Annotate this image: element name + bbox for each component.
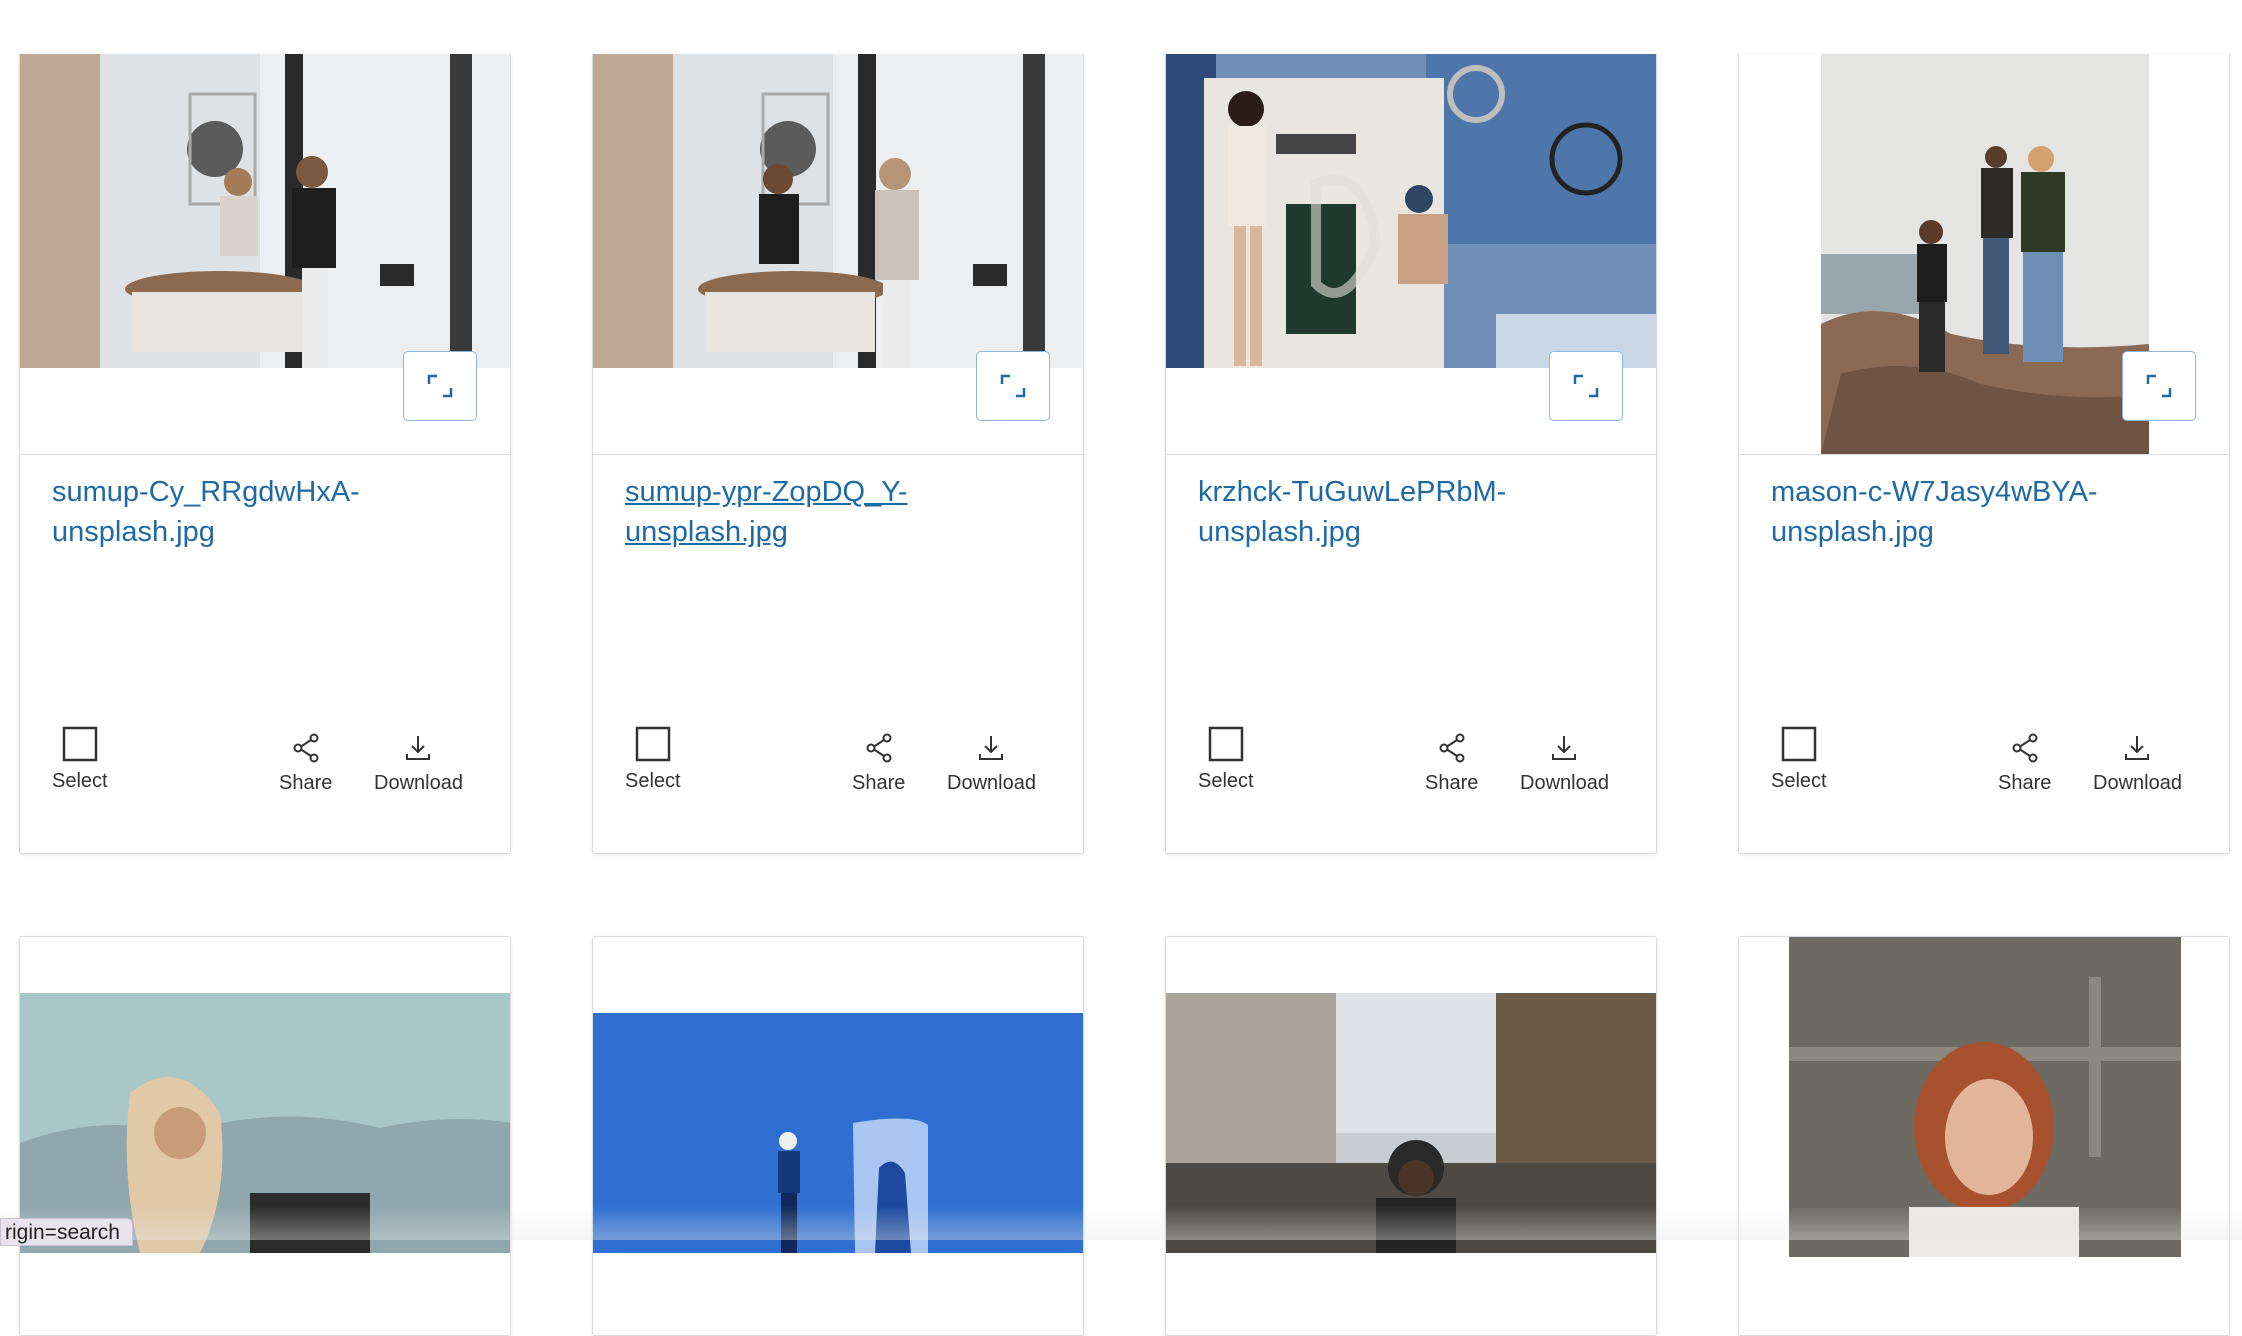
file-name-line-1: sumup-ypr-ZopDQ_Y-: [625, 476, 908, 508]
image-card: [1165, 936, 1657, 1336]
image-thumbnail[interactable]: [593, 1013, 1084, 1253]
select-label: Select: [52, 770, 108, 792]
download-label: Download: [2093, 772, 2182, 794]
select-label: Select: [1198, 770, 1254, 792]
checkbox-icon: [62, 726, 98, 762]
file-name-link[interactable]: mason-c-W7Jasy4wBYA- unsplash.jpg: [1771, 472, 2171, 552]
share-label: Share: [852, 772, 906, 794]
share-button[interactable]: Share: [1425, 732, 1478, 795]
expand-button[interactable]: [1549, 351, 1623, 421]
select-label: Select: [1771, 770, 1827, 792]
file-name-link[interactable]: krzhck-TuGuwLePRbM- unsplash.jpg: [1198, 472, 1598, 552]
share-label: Share: [279, 772, 333, 794]
file-name-line-1: sumup-Cy_RRgdwHxA-: [52, 476, 360, 508]
file-name-link[interactable]: sumup-ypr-ZopDQ_Y- unsplash.jpg: [625, 472, 1025, 552]
file-name-line-2: unsplash.jpg: [1771, 516, 1934, 548]
expand-button[interactable]: [403, 351, 477, 421]
expand-icon: [1573, 374, 1599, 398]
file-name-line-1: mason-c-W7Jasy4wBYA-: [1771, 476, 2098, 508]
share-button[interactable]: Share: [1998, 732, 2051, 795]
image-thumbnail[interactable]: [1166, 993, 1657, 1253]
image-thumbnail[interactable]: [1789, 937, 2181, 1257]
download-label: Download: [374, 772, 463, 794]
image-card: mason-c-W7Jasy4wBYA- unsplash.jpg Select…: [1738, 54, 2230, 854]
file-name-line-1: krzhck-TuGuwLePRbM-: [1198, 476, 1507, 508]
share-icon: [2012, 733, 2038, 763]
share-label: Share: [1998, 772, 2052, 794]
thumbnail-area: [1739, 54, 2229, 455]
status-bar-url: rigin=search: [0, 1218, 133, 1246]
file-name-line-2: unsplash.jpg: [52, 516, 215, 548]
image-thumbnail[interactable]: [20, 54, 511, 368]
download-button[interactable]: Download: [947, 732, 1036, 795]
image-thumbnail[interactable]: [593, 54, 1084, 368]
checkbox-icon: [1781, 726, 1817, 762]
thumbnail-area: [1166, 54, 1656, 455]
select-button[interactable]: Select: [52, 726, 108, 793]
expand-button[interactable]: [976, 351, 1050, 421]
expand-icon: [427, 374, 453, 398]
expand-icon: [1000, 374, 1026, 398]
checkbox-icon: [635, 726, 671, 762]
image-card: krzhck-TuGuwLePRbM- unsplash.jpg Select …: [1165, 54, 1657, 854]
thumbnail-area: [593, 54, 1083, 455]
file-name-line-2: unsplash.jpg: [1198, 516, 1361, 548]
download-button[interactable]: Download: [2093, 732, 2182, 795]
image-card: sumup-Cy_RRgdwHxA- unsplash.jpg Select S…: [19, 54, 511, 854]
download-label: Download: [1520, 772, 1609, 794]
share-label: Share: [1425, 772, 1479, 794]
share-icon: [1439, 733, 1465, 763]
download-icon: [1552, 736, 1577, 760]
select-button[interactable]: Select: [625, 726, 681, 793]
file-name-link[interactable]: sumup-Cy_RRgdwHxA- unsplash.jpg: [52, 472, 452, 552]
image-thumbnail[interactable]: [1166, 54, 1657, 368]
image-card: sumup-ypr-ZopDQ_Y- unsplash.jpg Select S…: [592, 54, 1084, 854]
share-icon: [866, 733, 892, 763]
expand-button[interactable]: [2122, 351, 2196, 421]
expand-icon: [2146, 374, 2172, 398]
checkbox-icon: [1208, 726, 1244, 762]
download-icon: [979, 736, 1004, 760]
download-icon: [406, 736, 431, 760]
download-button[interactable]: Download: [374, 732, 463, 795]
select-button[interactable]: Select: [1771, 726, 1827, 793]
file-name-line-2: unsplash.jpg: [625, 516, 788, 548]
download-icon: [2125, 736, 2150, 760]
image-card: [592, 936, 1084, 1336]
image-card: [19, 936, 511, 1336]
download-button[interactable]: Download: [1520, 732, 1609, 795]
image-thumbnail[interactable]: [1821, 54, 2149, 454]
select-button[interactable]: Select: [1198, 726, 1254, 793]
share-icon: [293, 733, 319, 763]
download-label: Download: [947, 772, 1036, 794]
share-button[interactable]: Share: [852, 732, 905, 795]
share-button[interactable]: Share: [279, 732, 332, 795]
select-label: Select: [625, 770, 681, 792]
thumbnail-area: [20, 54, 510, 455]
image-thumbnail[interactable]: [20, 993, 511, 1253]
image-card: [1738, 936, 2230, 1336]
